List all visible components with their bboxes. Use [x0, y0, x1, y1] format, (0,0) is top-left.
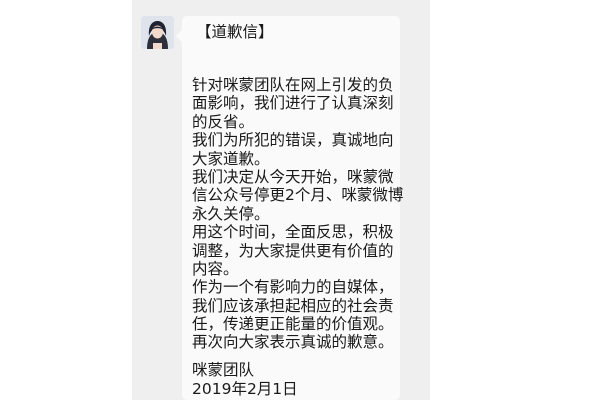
message-bubble[interactable]: 【道歉信】 针对咪蒙团队在网上引发的负 面影响，我们进行了认真深刻 的反省。 我…: [176, 16, 404, 400]
message-line: 用这个时间，全面反思，积极: [192, 223, 394, 242]
signature-team: 咪蒙团队: [192, 361, 255, 379]
message-title: 【道歉信】: [196, 23, 274, 41]
message-signature: 咪蒙团队 2019年2月1日: [192, 361, 298, 398]
message-line: 调整，为大家提供更有价值的: [192, 241, 394, 260]
message-body: 针对咪蒙团队在网上引发的负 面影响，我们进行了认真深刻 的反省。 我们为所犯的错…: [192, 76, 404, 352]
message-line: 我们为所犯的错误，真诚地向: [192, 131, 394, 150]
avatar[interactable]: [141, 16, 174, 49]
message-line: 再次向大家表示真诚的歉意。: [192, 333, 394, 352]
message-line: 我们应该承担起相应的社会责: [192, 296, 394, 315]
message-line: 任，传递更正能量的价值观。: [192, 315, 394, 334]
message-line: 作为一个有影响力的自媒体，: [192, 278, 394, 297]
message-line: 的反省。: [192, 112, 255, 131]
message-line: 大家道歉。: [192, 149, 270, 168]
message-line: 内容。: [192, 259, 239, 278]
message-line: 面影响，我们进行了认真深刻: [192, 94, 394, 113]
message-line: 信公众号停更2个月、咪蒙微博: [192, 186, 404, 205]
screen: 【道歉信】 针对咪蒙团队在网上引发的负 面影响，我们进行了认真深刻 的反省。 我…: [0, 0, 600, 400]
message-line: 我们决定从今天开始，咪蒙微: [192, 167, 394, 186]
signature-date: 2019年2月1日: [192, 379, 298, 398]
message-line: 永久关停。: [192, 204, 270, 223]
user-avatar-icon: [141, 16, 174, 49]
message-line: 针对咪蒙团队在网上引发的负: [192, 76, 394, 94]
